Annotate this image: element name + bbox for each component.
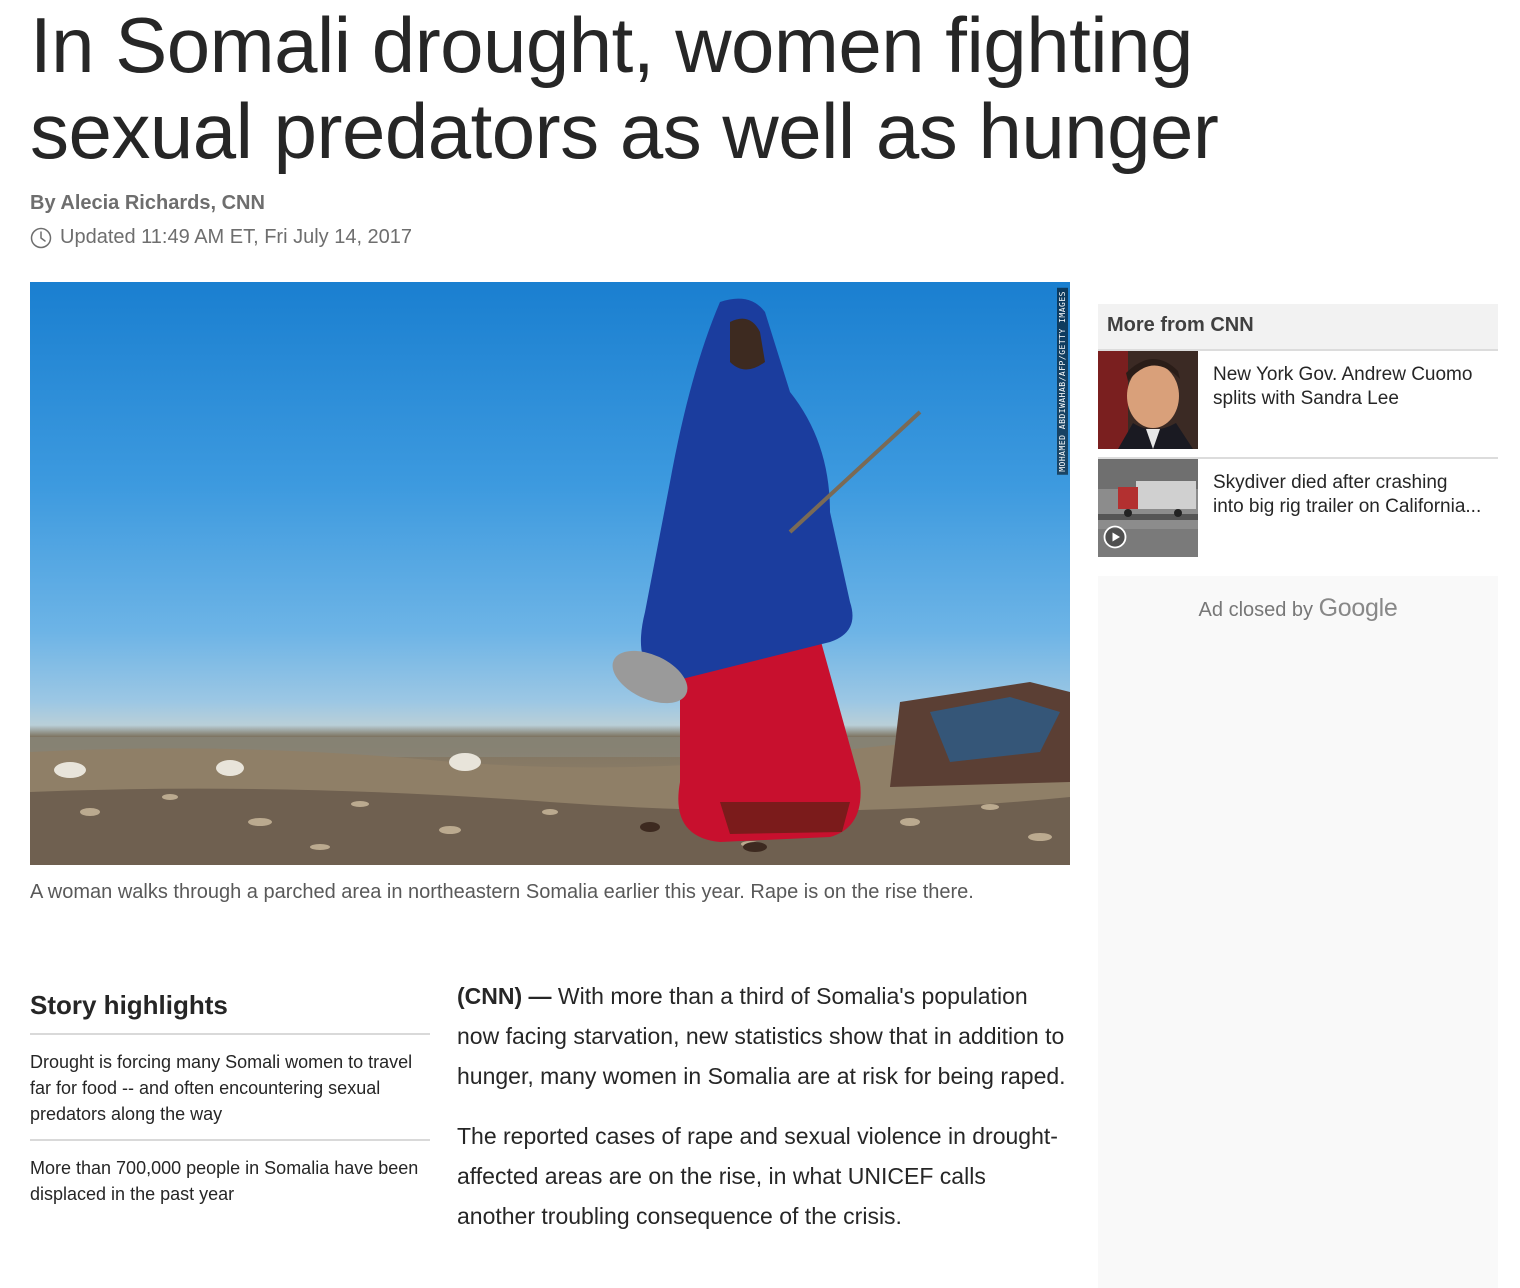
article-headline: In Somali drought, women fighting sexual… bbox=[30, 1, 1219, 175]
update-timestamp-text: Updated 11:49 AM ET, Fri July 14, 2017 bbox=[60, 226, 413, 248]
story-highlights: Story highlights Drought is forcing many… bbox=[30, 982, 430, 1219]
play-icon[interactable] bbox=[1103, 525, 1127, 549]
ad-closed-label: Ad closed by Google bbox=[1098, 594, 1498, 623]
update-timestamp: Updated 11:49 AM ET, Fri July 14, 2017 bbox=[30, 226, 412, 249]
clock-icon bbox=[30, 227, 52, 248]
body-paragraph: The reported cases of rape and sexual vi… bbox=[457, 1123, 1058, 1229]
portrait-thumbnail-image bbox=[1098, 351, 1198, 449]
ad-closed-text: Ad closed by bbox=[1198, 599, 1314, 621]
more-from-headline[interactable]: Skydiver died after crashing into big ri… bbox=[1213, 471, 1483, 519]
body-paragraph: (CNN) — With more than a third of Somali… bbox=[457, 976, 1067, 1096]
photo-credit: MOHAMED ABDIWAHAB/AFP/GETTY IMAGES bbox=[1057, 288, 1068, 475]
more-from-thumbnail[interactable] bbox=[1098, 351, 1198, 449]
dateline: (CNN) — bbox=[457, 983, 552, 1009]
article-page: In Somali drought, women fighting sexual… bbox=[0, 0, 1520, 1288]
ad-slot: Ad closed by Google bbox=[1098, 576, 1498, 1288]
more-from-title: More from CNN bbox=[1098, 304, 1498, 351]
highlight-item: More than 700,000 people in Somalia have… bbox=[30, 1158, 419, 1204]
image-caption: A woman walks through a parched area in … bbox=[30, 881, 974, 903]
google-logo[interactable]: Google bbox=[1319, 594, 1398, 622]
highlight-item: Drought is forcing many Somali women to … bbox=[30, 1035, 430, 1141]
story-highlights-title: Story highlights bbox=[30, 982, 430, 1035]
more-from-thumbnail[interactable] bbox=[1098, 459, 1198, 557]
byline[interactable]: By Alecia Richards, CNN bbox=[30, 192, 265, 215]
article-body: (CNN) — With more than a third of Somali… bbox=[457, 976, 1067, 1256]
more-from-item[interactable]: Skydiver died after crashing into big ri… bbox=[1098, 459, 1498, 559]
more-from-cnn: More from CNN New York Gov. Andrew Cuomo… bbox=[1098, 304, 1498, 559]
more-from-headline[interactable]: New York Gov. Andrew Cuomo splits with S… bbox=[1213, 363, 1483, 411]
hero-image[interactable]: MOHAMED ABDIWAHAB/AFP/GETTY IMAGES bbox=[30, 282, 1070, 865]
more-from-item[interactable]: New York Gov. Andrew Cuomo splits with S… bbox=[1098, 351, 1498, 459]
hero-photo-illustration bbox=[30, 298, 1070, 865]
